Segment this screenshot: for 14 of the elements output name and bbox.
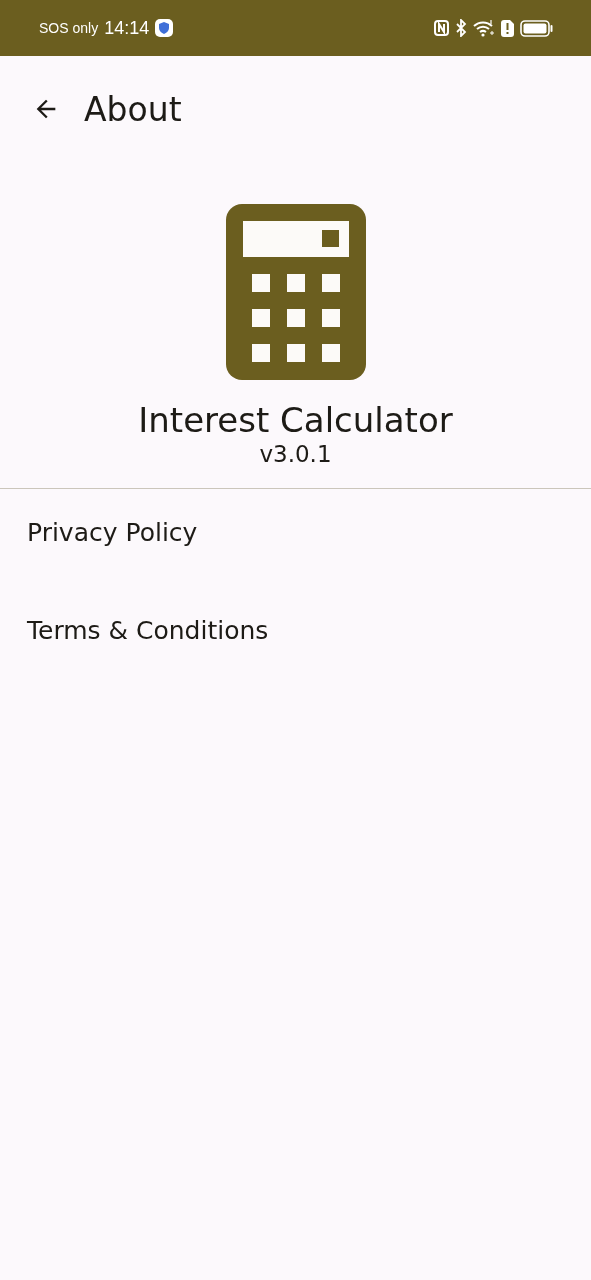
- shield-icon: [155, 19, 174, 37]
- menu-link[interactable]: Privacy Policy: [27, 515, 198, 552]
- app-name: Interest Calculator: [138, 400, 453, 441]
- battery-icon: [520, 19, 553, 37]
- wifi-icon: [473, 19, 495, 37]
- screen-title: About: [84, 89, 182, 129]
- version-text: v3.0.1: [259, 440, 332, 469]
- carrier-text: SOS only: [39, 20, 99, 36]
- nfc-icon: [434, 20, 449, 36]
- bluetooth-icon: [455, 19, 467, 37]
- sim-alert-icon: [501, 19, 514, 37]
- calculator-icon: [225, 204, 366, 380]
- clock-time: 14:14: [104, 17, 150, 39]
- menu-link[interactable]: Terms & Conditions: [27, 613, 269, 650]
